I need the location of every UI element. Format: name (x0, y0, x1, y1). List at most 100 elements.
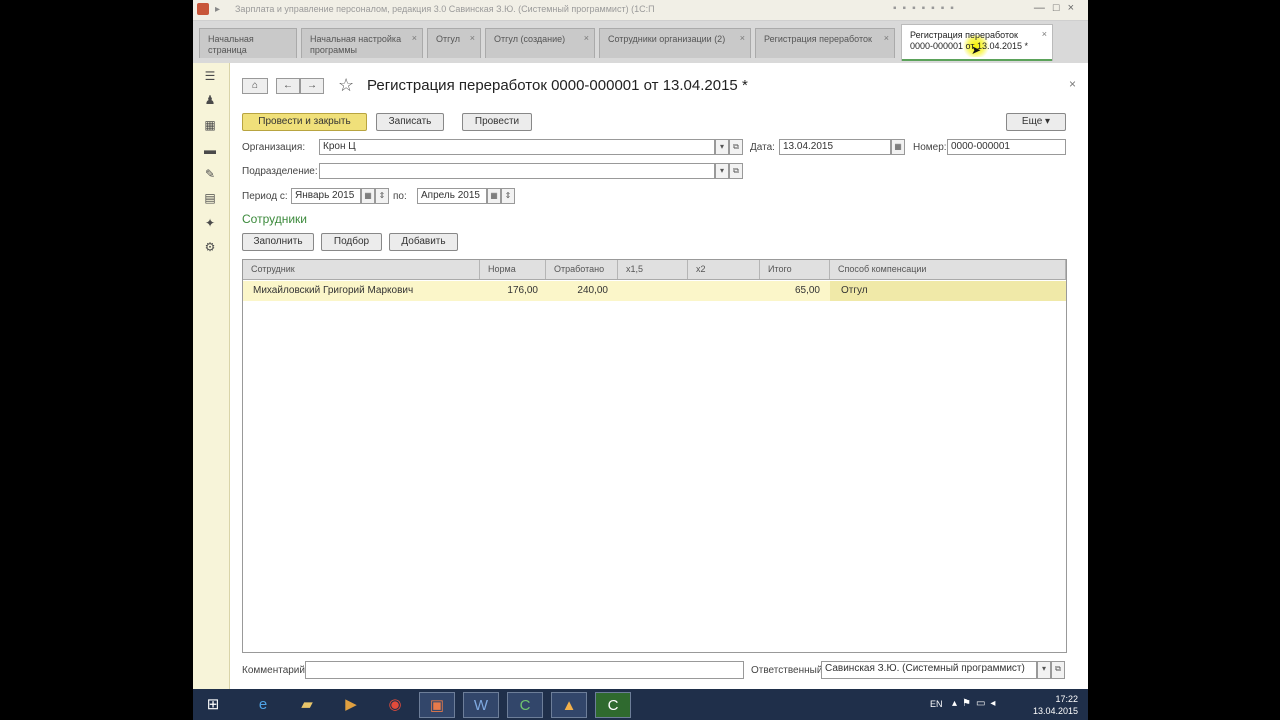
column-worked[interactable]: Отработано (546, 260, 618, 279)
forward-button[interactable]: → (300, 78, 324, 94)
arrow-right-icon: → (307, 80, 317, 91)
more-button[interactable]: Еще ▾ (1006, 113, 1066, 131)
calculator-icon[interactable]: ▦ (203, 118, 217, 132)
toolbar-tools-icons[interactable]: ▪▪▪▪▪▪▪ (893, 3, 960, 14)
home-button[interactable]: ⌂ (242, 78, 268, 94)
close-icon[interactable]: × (470, 33, 475, 44)
date-field[interactable]: 13.04.2015 (779, 139, 891, 155)
cell-x2 (688, 281, 752, 301)
column-x2[interactable]: x2 (688, 260, 760, 279)
tab-label: Начальная настройка программы (310, 34, 402, 55)
close-icon[interactable]: × (584, 33, 589, 44)
add-button[interactable]: Добавить (389, 233, 458, 251)
building-icon[interactable]: ▤ (203, 191, 217, 205)
column-x15[interactable]: x1,5 (618, 260, 688, 279)
1c-icon-2[interactable]: C (595, 692, 631, 718)
stepper-icon[interactable]: ⇕ (501, 188, 515, 204)
responsible-field[interactable]: Савинская З.Ю. (Системный программист) (821, 661, 1037, 679)
period-from-label: Период с: (242, 191, 288, 202)
cell-employee: Михайловский Григорий Маркович (253, 285, 414, 296)
period-from-field[interactable]: Январь 2015 (291, 188, 361, 204)
tab-otgul-create[interactable]: Отгул (создание) × (485, 28, 595, 58)
tray-icons[interactable]: ▴⚑▭◂ (952, 698, 1000, 709)
tab-home[interactable]: Начальная страница (199, 28, 297, 58)
organization-label: Организация: (242, 142, 306, 153)
ie-icon[interactable]: e (245, 692, 281, 718)
number-label: Номер: (913, 142, 947, 153)
arrow-left-icon: ← (283, 80, 293, 91)
column-compensation[interactable]: Способ компенсации (830, 260, 1066, 279)
table-header: Сотрудник Норма Отработано x1,5 x2 Итого… (243, 260, 1066, 280)
comment-field[interactable] (305, 661, 744, 679)
dropdown-icon[interactable]: ▾ (715, 163, 729, 179)
column-norm[interactable]: Норма (480, 260, 546, 279)
post-button[interactable]: Провести (462, 113, 532, 131)
post-and-close-button[interactable]: Провести и закрыть (242, 113, 367, 131)
wrench-icon[interactable]: ✦ (203, 216, 217, 230)
fill-button[interactable]: Заполнить (242, 233, 314, 251)
dropdown-icon[interactable]: ▾ (715, 139, 729, 155)
chrome-icon[interactable]: ◉ (377, 692, 413, 718)
word-icon[interactable]: W (463, 692, 499, 718)
cell-x15 (618, 281, 680, 301)
tab-initial-setup[interactable]: Начальная настройка программы × (301, 28, 423, 58)
open-icon[interactable]: ⧉ (729, 139, 743, 155)
column-total[interactable]: Итого (760, 260, 830, 279)
date-label: Дата: (750, 142, 775, 153)
home-icon: ⌂ (251, 80, 259, 91)
table-row[interactable]: Михайловский Григорий Маркович 176,00 24… (243, 281, 1066, 301)
number-field[interactable]: 0000-000001 (947, 139, 1066, 155)
tab-overtime-list[interactable]: Регистрация переработок × (755, 28, 895, 58)
tab-label: Отгул (436, 34, 460, 44)
reports-icon[interactable]: ✎ (203, 167, 217, 181)
close-icon[interactable]: × (1042, 29, 1047, 40)
installer-icon[interactable]: ▲ (551, 692, 587, 718)
close-window-button[interactable]: × (1068, 2, 1082, 14)
column-employee[interactable]: Сотрудник (243, 260, 480, 279)
chevron-down-icon: ▾ (1045, 116, 1051, 127)
explorer-icon[interactable]: ▰ (289, 692, 325, 718)
minimize-button[interactable]: — (1034, 2, 1053, 14)
open-icon[interactable]: ⧉ (1051, 661, 1065, 679)
tab-label: Начальная страница (208, 34, 254, 55)
department-field[interactable] (319, 163, 715, 179)
printer-icon[interactable]: ▬ (203, 143, 217, 157)
tab-otgul[interactable]: Отгул × (427, 28, 481, 58)
period-to-field[interactable]: Апрель 2015 (417, 188, 487, 204)
close-icon[interactable]: × (412, 33, 417, 44)
maximize-button[interactable]: □ (1053, 2, 1068, 14)
calendar-icon[interactable]: ▦ (361, 188, 375, 204)
window-controls[interactable]: —□× (1034, 2, 1082, 14)
employee-icon[interactable]: ♟ (203, 93, 217, 107)
close-icon[interactable]: × (740, 33, 745, 44)
favorite-star-icon[interactable]: ☆ (338, 75, 354, 96)
tab-bar: Начальная страница Начальная настройка п… (193, 21, 1088, 64)
calendar-icon[interactable]: ▦ (487, 188, 501, 204)
tab-employees[interactable]: Сотрудники организации (2) × (599, 28, 751, 58)
pick-button[interactable]: Подбор (321, 233, 382, 251)
calendar-icon[interactable]: ▦ (891, 139, 905, 155)
save-button[interactable]: Записать (376, 113, 444, 131)
start-icon[interactable]: ⊞ (195, 692, 231, 718)
employees-table[interactable]: Сотрудник Норма Отработано x1,5 x2 Итого… (242, 259, 1067, 653)
taskbar: ⊞ e ▰ ▶ ◉ ▣ W C ▲ C EN ▴⚑▭◂ 17:22 13.04.… (193, 689, 1088, 720)
organization-field[interactable]: Крон Ц (319, 139, 715, 155)
dropdown-icon[interactable]: ▾ (1037, 661, 1051, 679)
quick-access-icons[interactable]: ▸ (215, 4, 222, 15)
menu-icon[interactable]: ☰ (203, 69, 217, 83)
app-icon[interactable]: ▣ (419, 692, 455, 718)
app-logo-icon (197, 3, 209, 15)
media-icon[interactable]: ▶ (333, 692, 369, 718)
stepper-icon[interactable]: ⇕ (375, 188, 389, 204)
1c-icon[interactable]: C (507, 692, 543, 718)
gear-icon[interactable]: ⚙ (203, 240, 217, 254)
open-icon[interactable]: ⧉ (729, 163, 743, 179)
close-icon[interactable]: × (884, 33, 889, 44)
tab-overtime-document[interactable]: Регистрация переработок 0000-000001 от 1… (901, 24, 1053, 61)
close-icon[interactable]: × (1069, 77, 1076, 91)
active-tab-indicator (902, 59, 1052, 61)
tab-label: Регистрация переработок 0000-000001 от 1… (910, 30, 1029, 51)
back-button[interactable]: ← (276, 78, 300, 94)
cell-compensation[interactable]: Отгул (830, 281, 1066, 301)
language-indicator[interactable]: EN (930, 699, 943, 709)
